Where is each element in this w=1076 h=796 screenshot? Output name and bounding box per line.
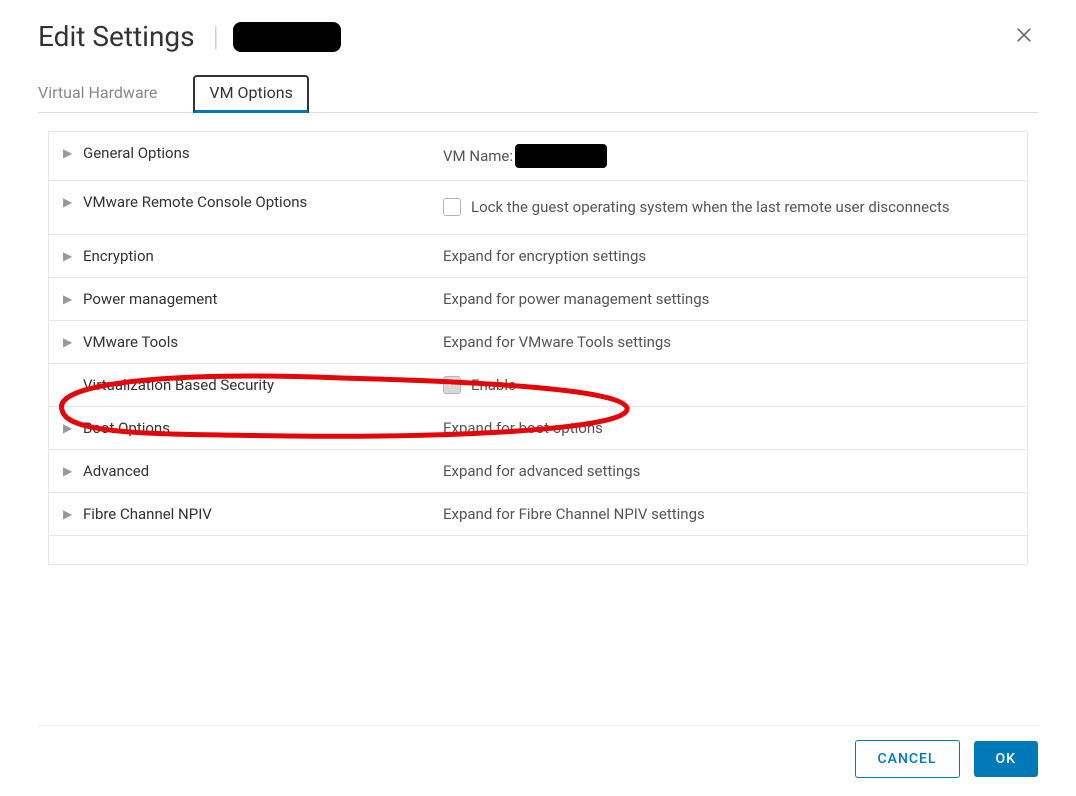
dialog-header: Edit Settings | [38, 20, 1038, 53]
tab-vm-options[interactable]: VM Options [193, 75, 308, 113]
row-encryption: ▶ Encryption Expand for encryption setti… [49, 235, 1027, 278]
row-vmware-tools: ▶ VMware Tools Expand for VMware Tools s… [49, 321, 1027, 364]
content-area: ▶ General Options VM Name: ▶ VMware Remo… [38, 131, 1038, 565]
label-encryption: Encryption [83, 247, 154, 265]
label-advanced: Advanced [83, 462, 149, 480]
label-power-mgmt: Power management [83, 290, 217, 308]
label-remote-console: VMware Remote Console Options [83, 193, 307, 211]
value-boot-options: Expand for boot options [443, 419, 1013, 437]
tab-virtual-hardware[interactable]: Virtual Hardware [38, 75, 171, 112]
row-remote-console: ▶ VMware Remote Console Options Lock the… [49, 181, 1027, 235]
chevron-right-icon[interactable]: ▶ [63, 146, 73, 160]
row-vbs: Virtualization Based Security Enable [49, 364, 1027, 407]
value-vbs: Enable [443, 376, 1013, 394]
chevron-right-icon[interactable]: ▶ [63, 195, 73, 209]
dialog-footer: CANCEL OK [38, 725, 1038, 778]
label-general-options: General Options [83, 144, 190, 162]
row-padding [49, 536, 1027, 564]
row-boot-options: ▶ Boot Options Expand for boot options [49, 407, 1027, 450]
chevron-right-icon[interactable]: ▶ [63, 421, 73, 435]
checkbox-vbs-enable[interactable] [443, 376, 461, 394]
cancel-button[interactable]: CANCEL [855, 740, 960, 778]
row-power-mgmt: ▶ Power management Expand for power mana… [49, 278, 1027, 321]
settings-table: ▶ General Options VM Name: ▶ VMware Remo… [48, 131, 1028, 565]
value-advanced: Expand for advanced settings [443, 462, 1013, 480]
label-fc-npiv: Fibre Channel NPIV [83, 505, 212, 523]
value-remote-console: Lock the guest operating system when the… [443, 193, 1013, 222]
chevron-right-icon[interactable]: ▶ [63, 464, 73, 478]
label-lock-guest: Lock the guest operating system when the… [471, 193, 950, 222]
chevron-right-icon[interactable]: ▶ [63, 292, 73, 306]
title-divider: | [213, 20, 219, 53]
close-button[interactable] [1010, 21, 1038, 53]
row-general-options: ▶ General Options VM Name: [49, 132, 1027, 181]
dialog-title: Edit Settings [38, 20, 195, 53]
ok-button[interactable]: OK [974, 741, 1039, 777]
value-general-options: VM Name: [443, 144, 1013, 168]
value-vmware-tools: Expand for VMware Tools settings [443, 333, 1013, 351]
vm-name-redacted [233, 22, 341, 52]
label-vbs-enable: Enable [471, 376, 516, 394]
vm-name-value-redacted [515, 144, 607, 168]
value-power-mgmt: Expand for power management settings [443, 290, 1013, 308]
row-fc-npiv: ▶ Fibre Channel NPIV Expand for Fibre Ch… [49, 493, 1027, 536]
header-left: Edit Settings | [38, 20, 341, 53]
tab-bar: Virtual Hardware VM Options [38, 75, 1038, 113]
vm-name-prefix: VM Name: [443, 147, 513, 165]
edit-settings-dialog: Edit Settings | Virtual Hardware VM Opti… [0, 0, 1076, 565]
chevron-right-icon[interactable]: ▶ [63, 335, 73, 349]
value-encryption: Expand for encryption settings [443, 247, 1013, 265]
label-vbs: Virtualization Based Security [83, 376, 274, 394]
label-boot-options: Boot Options [83, 419, 170, 437]
value-fc-npiv: Expand for Fibre Channel NPIV settings [443, 505, 1013, 523]
chevron-right-icon[interactable]: ▶ [63, 249, 73, 263]
checkbox-lock-guest[interactable] [443, 198, 461, 216]
close-icon [1014, 25, 1034, 45]
label-vmware-tools: VMware Tools [83, 333, 178, 351]
chevron-right-icon[interactable]: ▶ [63, 507, 73, 521]
row-advanced: ▶ Advanced Expand for advanced settings [49, 450, 1027, 493]
